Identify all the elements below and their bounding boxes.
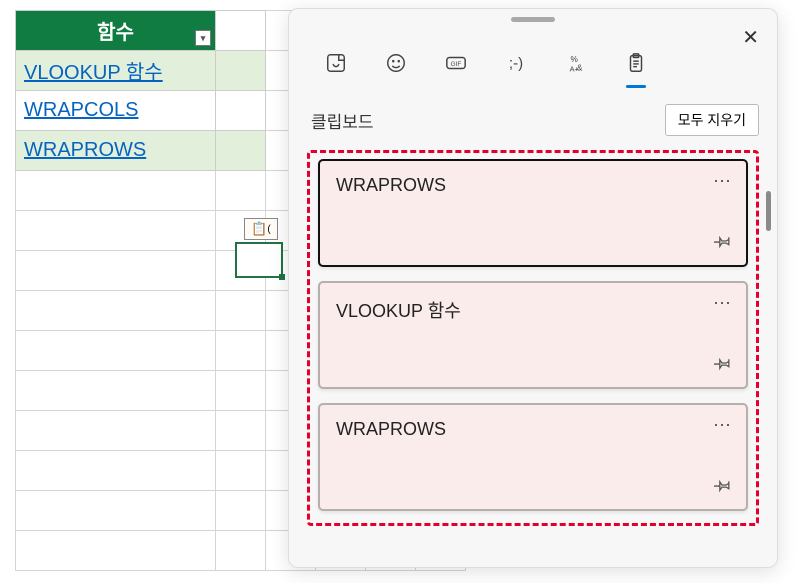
clipboard-icon: 📋: [251, 221, 267, 237]
cell-link[interactable]: VLOOKUP 함수: [24, 62, 163, 84]
clipboard-panel: ✕ GIF ;-) %&A+ 클립보드 모두 지우기 WRAPROWS ⋯: [288, 8, 778, 568]
cell-link[interactable]: WRAPROWS: [24, 139, 146, 161]
clipboard-item-text: WRAPROWS: [336, 175, 730, 196]
clipboard-header: 클립보드 모두 지우기: [289, 82, 777, 146]
clipboard-title: 클립보드: [311, 108, 374, 133]
cell[interactable]: [216, 131, 266, 171]
kaomoji-icon: ;-): [509, 55, 523, 72]
tab-symbols[interactable]: %&A+: [563, 50, 589, 76]
symbols-icon: %&A+: [565, 52, 587, 74]
cell[interactable]: WRAPCOLS: [16, 91, 216, 131]
paste-options-caret: (: [267, 224, 270, 235]
item-pin-button[interactable]: [714, 476, 732, 499]
cell[interactable]: [216, 91, 266, 131]
filter-dropdown-icon[interactable]: ▾: [195, 30, 211, 46]
tab-clipboard[interactable]: [623, 50, 649, 76]
cell[interactable]: VLOOKUP 함수: [16, 51, 216, 91]
clipboard-item[interactable]: WRAPROWS ⋯: [318, 403, 748, 511]
cell[interactable]: WRAPROWS: [16, 131, 216, 171]
column-header-label: 함수: [97, 22, 134, 44]
pin-icon: [714, 476, 732, 494]
clipboard-item[interactable]: VLOOKUP 함수 ⋯: [318, 281, 748, 389]
pin-icon: [714, 354, 732, 372]
cell[interactable]: [216, 11, 266, 51]
clear-all-button[interactable]: 모두 지우기: [665, 104, 759, 136]
paste-options-button[interactable]: 📋 (: [244, 218, 278, 240]
cell[interactable]: [216, 51, 266, 91]
clipboard-items-highlight: WRAPROWS ⋯ VLOOKUP 함수 ⋯ WRAPROWS ⋯: [307, 150, 759, 526]
tab-gif[interactable]: GIF: [443, 50, 469, 76]
tab-recent[interactable]: [323, 50, 349, 76]
tab-kaomoji[interactable]: ;-): [503, 50, 529, 76]
column-header[interactable]: 함수 ▾: [16, 11, 216, 51]
clipboard-item-text: WRAPROWS: [336, 419, 730, 440]
scrollbar-thumb[interactable]: [766, 191, 771, 231]
spreadsheet-table[interactable]: 함수 ▾ VLOOKUP 함수 WRAPCOLS WRAPROWS: [15, 10, 266, 171]
item-pin-button[interactable]: [714, 354, 732, 377]
panel-tabs: GIF ;-) %&A+: [289, 22, 777, 82]
svg-text:GIF: GIF: [451, 61, 462, 68]
cell-link[interactable]: WRAPCOLS: [24, 99, 138, 121]
item-more-button[interactable]: ⋯: [713, 415, 732, 436]
item-pin-button[interactable]: [714, 232, 732, 255]
gif-icon: GIF: [445, 52, 467, 74]
close-button[interactable]: ✕: [738, 21, 763, 54]
item-more-button[interactable]: ⋯: [713, 293, 732, 314]
clipboard-tab-icon: [625, 52, 647, 74]
emoji-icon: [385, 52, 407, 74]
item-more-button[interactable]: ⋯: [713, 171, 732, 192]
svg-text:A+: A+: [570, 64, 579, 73]
pin-icon: [714, 232, 732, 250]
sticker-icon: [325, 52, 347, 74]
active-cell[interactable]: [235, 242, 283, 278]
tab-emoji[interactable]: [383, 50, 409, 76]
clipboard-item[interactable]: WRAPROWS ⋯: [318, 159, 748, 267]
clipboard-item-text: VLOOKUP 함수: [336, 297, 730, 323]
